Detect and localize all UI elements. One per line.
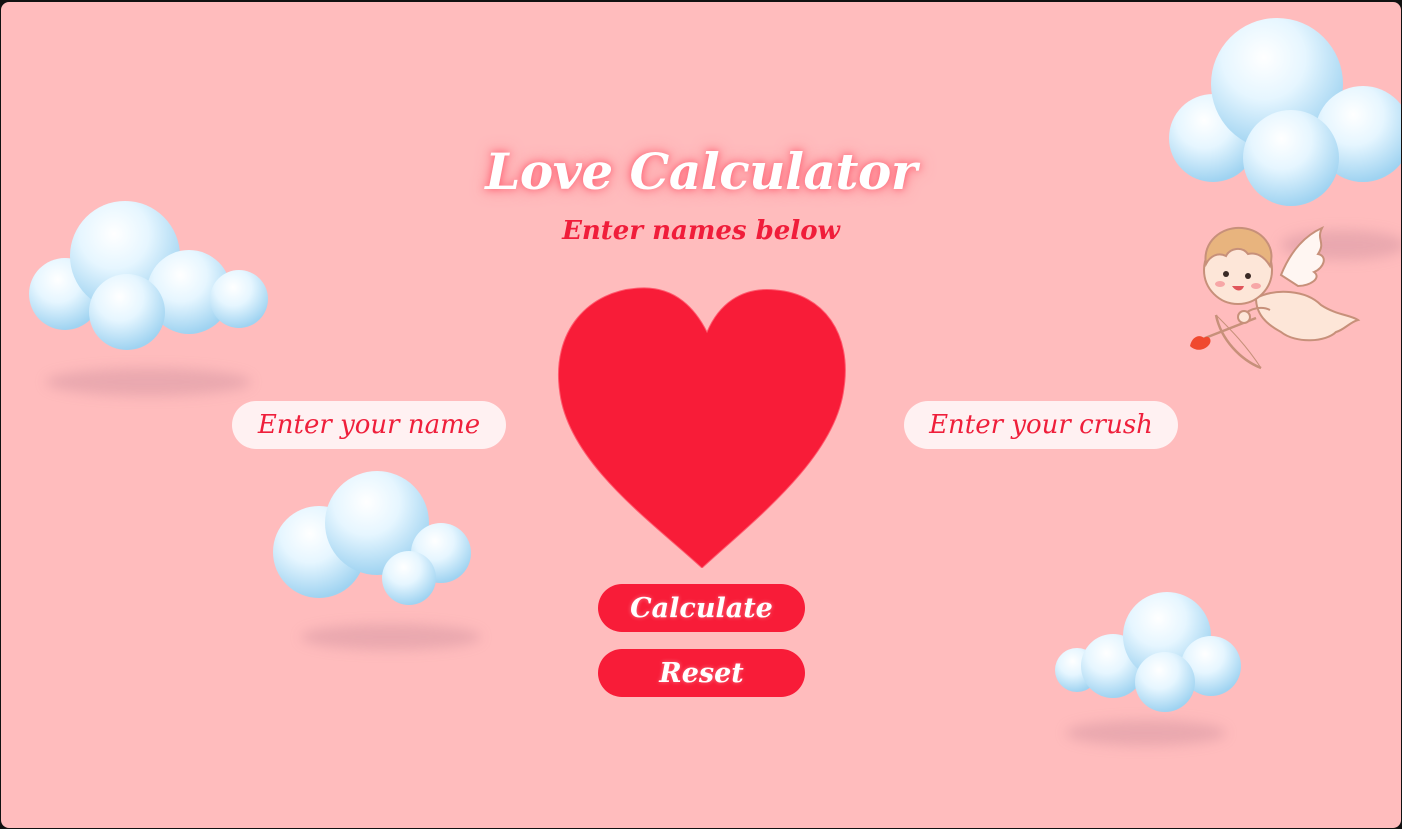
your-name-input[interactable] [232, 401, 506, 449]
page-title: Love Calculator [485, 142, 917, 201]
crush-name-input[interactable] [904, 401, 1178, 449]
cloud-icon [273, 471, 471, 605]
heart-icon [558, 287, 846, 568]
cloud-icon [1055, 592, 1241, 712]
calculate-button[interactable]: Calculate [598, 584, 805, 632]
reset-button[interactable]: Reset [598, 649, 805, 697]
cloud-shadow [46, 368, 251, 396]
cloud-shadow [1066, 720, 1226, 746]
page-subtitle: Enter names below [562, 216, 840, 246]
cloud-shadow [301, 624, 481, 650]
app-window: Love Calculator Enter names below Calcul… [1, 2, 1401, 828]
